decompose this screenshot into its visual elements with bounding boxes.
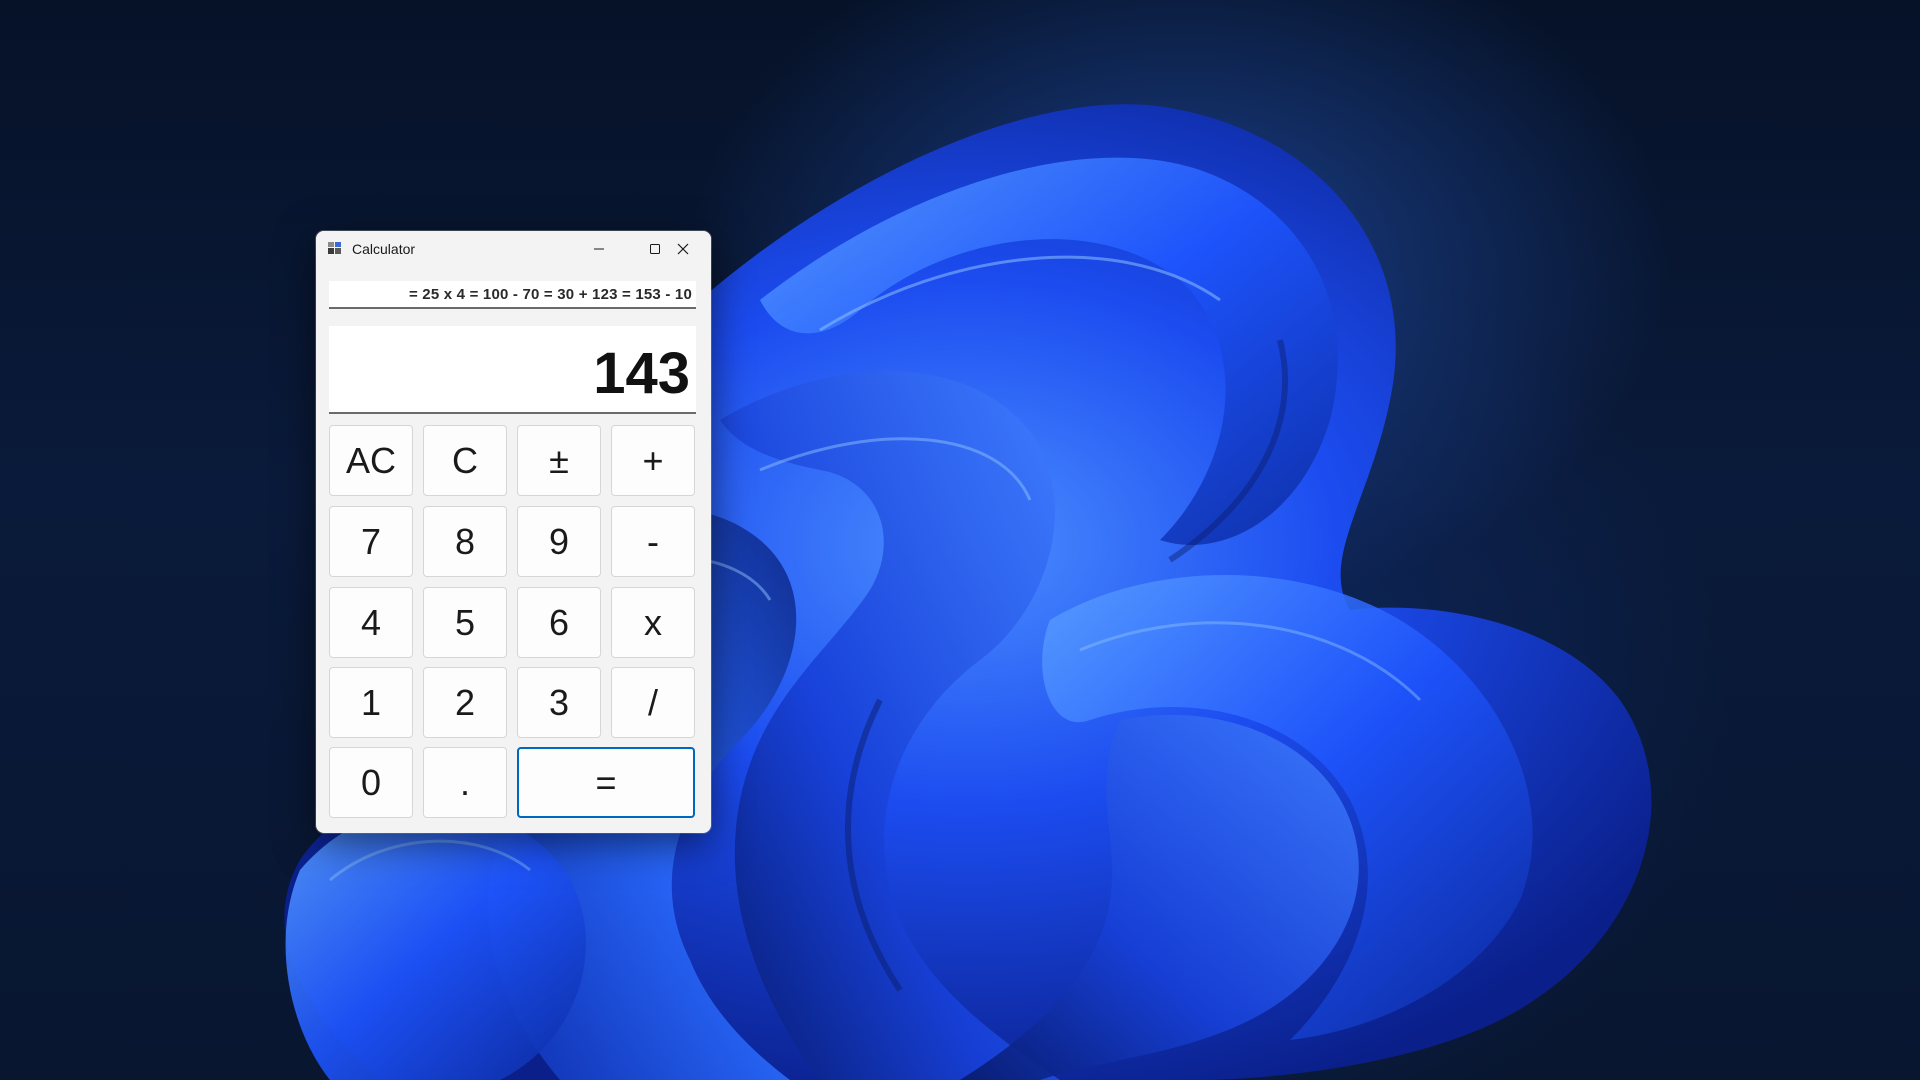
decimal-button[interactable]: . xyxy=(423,747,507,818)
digit-7-button[interactable]: 7 xyxy=(329,506,413,577)
divide-button[interactable]: / xyxy=(611,667,695,738)
history-field: = 25 x 4 = 100 - 70 = 30 + 123 = 153 - 1… xyxy=(329,281,696,309)
subtract-button[interactable]: - xyxy=(611,506,695,577)
multiply-button[interactable]: x xyxy=(611,587,695,658)
digit-8-button[interactable]: 8 xyxy=(423,506,507,577)
all-clear-button[interactable]: AC xyxy=(329,425,413,496)
display-value: 143 xyxy=(593,341,690,406)
digit-5-button[interactable]: 5 xyxy=(423,587,507,658)
close-icon xyxy=(677,243,689,255)
digit-3-button[interactable]: 3 xyxy=(517,667,601,738)
wallpaper-bloom xyxy=(284,104,1652,1080)
add-button[interactable]: + xyxy=(611,425,695,496)
window-title: Calculator xyxy=(352,241,416,257)
desktop: Calculator = 25 x 4 = 100 - 70 = 30 + 12… xyxy=(0,0,1920,1080)
title-bar[interactable]: Calculator xyxy=(316,231,711,267)
clear-button[interactable]: C xyxy=(423,425,507,496)
close-button[interactable] xyxy=(655,231,711,267)
minimize-button[interactable] xyxy=(571,231,627,267)
digit-1-button[interactable]: 1 xyxy=(329,667,413,738)
digit-6-button[interactable]: 6 xyxy=(517,587,601,658)
result-display: 143 xyxy=(329,326,696,414)
digit-4-button[interactable]: 4 xyxy=(329,587,413,658)
minimize-icon xyxy=(594,248,604,250)
digit-2-button[interactable]: 2 xyxy=(423,667,507,738)
history-text: = 25 x 4 = 100 - 70 = 30 + 123 = 153 - 1… xyxy=(408,286,692,303)
plus-minus-button[interactable]: ± xyxy=(517,425,601,496)
calculator-window: Calculator = 25 x 4 = 100 - 70 = 30 + 12… xyxy=(316,231,711,833)
digit-0-button[interactable]: 0 xyxy=(329,747,413,818)
equals-button[interactable]: = xyxy=(517,747,695,818)
digit-9-button[interactable]: 9 xyxy=(517,506,601,577)
calculator-icon xyxy=(328,242,341,254)
